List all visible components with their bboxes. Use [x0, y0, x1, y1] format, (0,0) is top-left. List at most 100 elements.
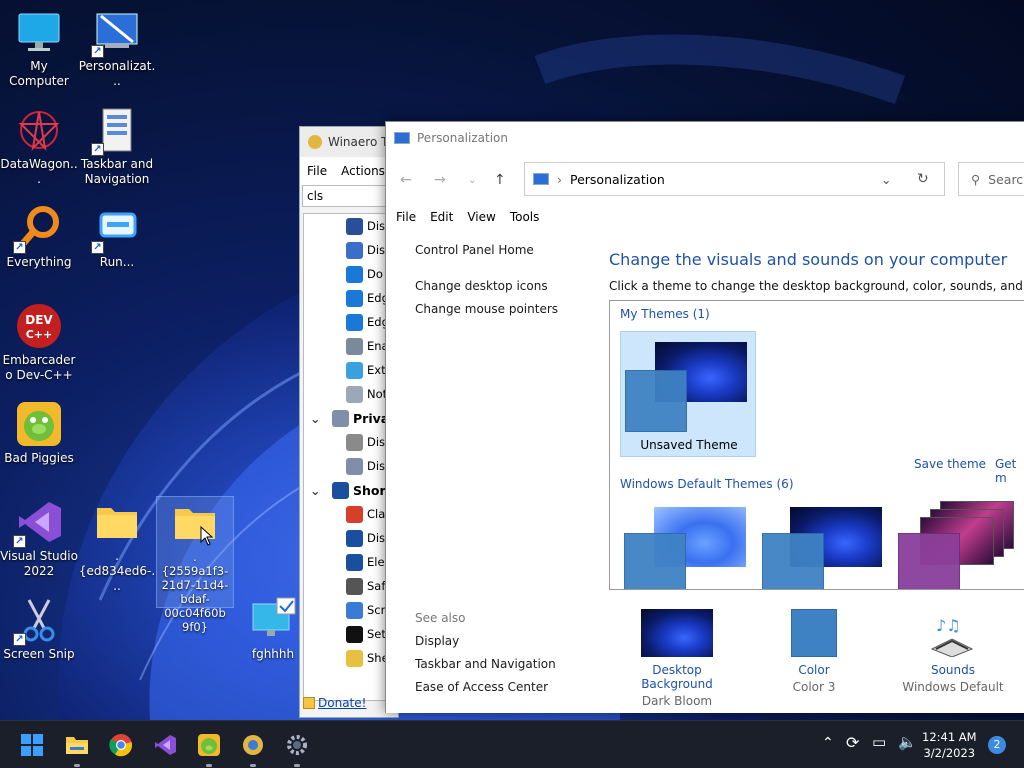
desktop-icon-datawagon[interactable]: DataWagon... — [0, 106, 78, 187]
desktop-icon-bad-piggies[interactable]: Bad Piggies — [0, 400, 78, 466]
breadcrumb[interactable]: Personalization — [570, 172, 665, 187]
search-input[interactable]: ⚲ Searc — [958, 162, 1024, 196]
ease-of-access-link[interactable]: Ease of Access Center — [415, 680, 548, 694]
forward-arrow-icon[interactable]: → — [434, 172, 446, 188]
tree-item-label: Saf — [367, 579, 386, 593]
color-label[interactable]: Color — [764, 663, 864, 677]
taskbar-navigation-link[interactable]: Taskbar and Navigation — [415, 657, 556, 671]
sounds-label[interactable]: Sounds — [900, 663, 1006, 677]
svg-text:C++: C++ — [26, 328, 53, 341]
scissors-icon: ↗ — [13, 596, 63, 646]
personalization-window[interactable]: Personalization ← → ⌄ ↑ › Personalizatio… — [385, 121, 1024, 713]
menu-file[interactable]: File — [396, 210, 416, 224]
donate-icon — [303, 697, 315, 709]
shortcut-arrow-icon: ↗ — [13, 633, 26, 646]
shortcut-arrow-icon: ↗ — [91, 143, 104, 156]
address-box[interactable]: › Personalization ⌄ ↻ — [524, 162, 945, 196]
page-heading: Change the visuals and sounds on your co… — [609, 250, 1008, 269]
file-explorer-icon[interactable] — [65, 733, 89, 757]
change-mouse-pointers-link[interactable]: Change mouse pointers — [415, 302, 558, 316]
visual-studio-icon[interactable] — [153, 733, 177, 757]
tree-item-label: Dis — [367, 459, 386, 473]
edge-icon — [346, 265, 363, 283]
refresh-icon[interactable]: ↻ — [917, 171, 929, 187]
desktop-icon-folder-2559[interactable]: .{2559a1f3-21d7-11d4-bdaf-00c04f60b9f0} — [156, 496, 234, 634]
display-link[interactable]: Display — [415, 634, 459, 648]
desktop-icon-label: Run... — [99, 255, 135, 269]
default-theme-tile-2[interactable] — [762, 507, 886, 589]
start-icon[interactable] — [20, 733, 44, 757]
default-theme-tile-1[interactable] — [624, 507, 748, 589]
shortcut-icon — [332, 481, 349, 499]
folder-icon — [93, 498, 141, 546]
themes-list[interactable]: My Themes (1) Unsaved Theme Save theme G… — [609, 300, 1024, 590]
default-theme-tile-3[interactable] — [898, 501, 1022, 589]
notepad-icon — [346, 385, 363, 403]
get-more-themes-link[interactable]: Get m — [995, 457, 1024, 485]
desktop-background-setting[interactable]: Desktop Background Dark Bloom — [616, 609, 738, 708]
donate-link[interactable]: Donate! — [318, 696, 366, 710]
personalization-titlebar[interactable]: Personalization — [386, 122, 1024, 154]
desktop-icon-visual-studio[interactable]: ↗ Visual Studio 2022 — [0, 498, 78, 579]
theme-preview-color — [625, 370, 687, 432]
notification-badge[interactable]: 2 — [988, 736, 1006, 754]
clock[interactable]: 12:41 AM 3/2/2023 — [922, 729, 977, 761]
sync-icon[interactable]: ⟳ — [846, 733, 859, 752]
magnifier-icon: ↗ — [13, 204, 63, 254]
monitor-icon — [15, 8, 63, 56]
tree-expand-chevron-icon[interactable]: ⌄ — [310, 411, 324, 426]
desktop-icon-label: Bad Piggies — [4, 451, 74, 465]
clock-date: 3/2/2023 — [923, 746, 976, 760]
eye-icon — [346, 433, 363, 451]
desktop-background-label[interactable]: Desktop Background — [616, 663, 738, 691]
taskbar: ⌃ ⟳ ▭ 🔈 12:41 AM 3/2/2023 2 — [0, 720, 1024, 768]
desktop-icon-screen-snip[interactable]: ↗ Screen Snip — [0, 596, 78, 662]
shortcut-icon — [346, 529, 363, 547]
desktop-icon-devcpp[interactable]: DEV C++ Embarcadero Dev-C++ — [0, 302, 78, 383]
desktop-icon-personalization[interactable]: ↗ Personalizat... — [78, 8, 156, 89]
settings-gear-icon[interactable] — [285, 733, 309, 757]
winaero-menu-actions[interactable]: Actions — [341, 164, 385, 178]
menu-view[interactable]: View — [467, 210, 495, 224]
running-indicator — [294, 764, 300, 767]
monitor-check-icon — [249, 596, 297, 644]
breadcrumb-chevron-icon: › — [557, 171, 562, 187]
color-setting[interactable]: Color Color 3 — [764, 609, 864, 694]
change-desktop-icons-link[interactable]: Change desktop icons — [415, 279, 548, 293]
winaero-titlebar[interactable]: Winaero Tw — [300, 127, 398, 157]
theme-preview-color — [898, 533, 960, 589]
shortcut-icon — [346, 553, 363, 571]
winaero-tweaker-icon[interactable] — [241, 733, 265, 757]
save-theme-link[interactable]: Save theme — [914, 457, 986, 471]
running-indicator — [250, 764, 256, 767]
unsaved-theme-tile[interactable]: Unsaved Theme — [620, 331, 756, 457]
sounds-setting[interactable]: ♪♫ Sounds Windows Default — [900, 609, 1006, 694]
control-panel-home-link[interactable]: Control Panel Home — [415, 243, 534, 257]
bad-piggies-icon[interactable] — [197, 733, 221, 757]
desktop-icon-folder-ed834[interactable]: .{ed834ed6-... — [78, 498, 156, 594]
display-icon[interactable]: ▭ — [872, 733, 886, 751]
menu-edit[interactable]: Edit — [430, 210, 453, 224]
shortcut-arrow-icon: ↗ — [91, 241, 104, 254]
mouse-cursor-icon — [200, 526, 214, 546]
desktop-icon-everything[interactable]: ↗ Everything — [0, 204, 78, 270]
recent-dropdown-icon[interactable]: ⌄ — [468, 175, 476, 186]
show-hidden-icons-chevron-icon[interactable]: ⌃ — [822, 735, 834, 751]
winaero-search-input[interactable]: cls — [302, 185, 396, 207]
menu-tools[interactable]: Tools — [510, 210, 540, 224]
running-indicator — [206, 764, 212, 767]
desktop-icon-run[interactable]: ↗ Run... — [78, 204, 156, 270]
desktop-icon-my-computer[interactable]: My Computer — [0, 8, 78, 89]
tree-expand-chevron-icon[interactable]: ⌄ — [310, 483, 324, 498]
chrome-icon[interactable] — [109, 733, 133, 757]
back-arrow-icon[interactable]: ← — [400, 172, 412, 188]
winaero-menu-file[interactable]: File — [307, 164, 327, 178]
tree-item-label: Cla — [367, 507, 386, 521]
winaero-window[interactable]: Winaero Tw File Actions cls Dis Dis Do Edg E… — [299, 126, 399, 718]
volume-icon[interactable]: 🔈 — [898, 733, 917, 751]
visual-studio-icon: ↗ — [13, 498, 63, 548]
desktop-icon-label: .{2559a1f3-21d7-11d4-bdaf-00c04f60b9f0} — [161, 550, 229, 634]
up-arrow-icon[interactable]: ↑ — [494, 172, 506, 188]
desktop-icon-taskbar-navigation[interactable]: ↗ Taskbar and Navigation — [78, 106, 156, 187]
address-dropdown-icon[interactable]: ⌄ — [881, 172, 891, 187]
